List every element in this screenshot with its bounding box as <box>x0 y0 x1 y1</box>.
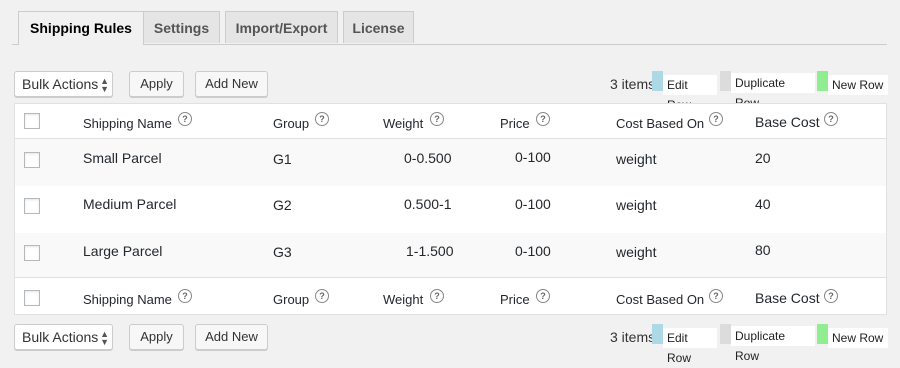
col-price[interactable]: Price <box>500 116 530 131</box>
help-icon[interactable]: ? <box>824 112 838 126</box>
table-row[interactable]: Small Parcel G1 0-0.500 0-100 weight 20 <box>15 139 886 186</box>
cell-weight: 0.500-1 <box>404 196 452 212</box>
tab-license[interactable]: License <box>343 11 414 43</box>
cell-base-cost: 20 <box>755 150 771 166</box>
items-count: 3 items <box>610 76 656 92</box>
help-icon[interactable]: ? <box>178 289 192 303</box>
help-icon[interactable]: ? <box>536 112 550 126</box>
tab-import-export[interactable]: Import/Export <box>225 11 338 43</box>
new-row-legend: New Row <box>828 75 888 95</box>
cell-weight: 1-1.500 <box>406 243 454 259</box>
cell-price: 0-100 <box>515 243 551 259</box>
tab-settings[interactable]: Settings <box>143 11 220 43</box>
cell-base-cost: 80 <box>755 242 771 258</box>
tab-shipping-rules[interactable]: Shipping Rules <box>18 11 144 45</box>
duplicate-row-legend: Duplicate Row <box>731 73 815 110</box>
col-group[interactable]: Group <box>273 292 309 307</box>
col-shipping-name[interactable]: Shipping Name <box>83 116 172 131</box>
duplicate-row-legend: Duplicate Row <box>731 326 815 363</box>
col-base-cost[interactable]: Base Cost <box>755 290 820 306</box>
duplicate-row-swatch <box>720 324 731 344</box>
help-icon[interactable]: ? <box>536 289 550 303</box>
help-icon[interactable]: ? <box>315 112 329 126</box>
table-header: Shipping Name ? Group ? Weight ? Price ?… <box>15 104 886 139</box>
add-new-button[interactable]: Add New <box>195 71 268 97</box>
edit-row-legend: Edit Row <box>663 75 717 112</box>
bottom-toolbar: Bulk Actions ▲ ▼ Apply Add New 3 items Ed… <box>14 324 888 365</box>
row-checkbox[interactable] <box>24 245 40 261</box>
cell-cost-based-on: weight <box>616 197 657 213</box>
edit-row-swatch <box>652 71 663 91</box>
col-cost-based-on[interactable]: Cost Based On <box>616 292 704 307</box>
cell-group: G2 <box>273 197 292 213</box>
cell-shipping-name[interactable]: Large Parcel <box>83 243 162 259</box>
edit-row-swatch <box>652 324 663 344</box>
cell-price: 0-100 <box>515 149 551 165</box>
bulk-actions-select[interactable]: Bulk Actions ▲ ▼ <box>14 71 113 97</box>
col-base-cost[interactable]: Base Cost <box>755 114 820 130</box>
help-icon[interactable]: ? <box>824 289 838 303</box>
apply-button[interactable]: Apply <box>129 71 184 97</box>
select-arrows-icon: ▲ ▼ <box>100 76 109 94</box>
row-checkbox[interactable] <box>24 152 40 168</box>
col-weight[interactable]: Weight <box>383 292 423 307</box>
bulk-actions-select[interactable]: Bulk Actions ▲ ▼ <box>14 324 113 350</box>
help-icon[interactable]: ? <box>709 112 723 126</box>
tab-bar: Shipping Rules Settings Import/Export Li… <box>12 11 887 45</box>
select-all-checkbox[interactable] <box>24 113 40 129</box>
cell-price: 0-100 <box>515 196 551 212</box>
duplicate-row-swatch <box>720 71 731 91</box>
help-icon[interactable]: ? <box>430 289 444 303</box>
shipping-rules-table: Shipping Name ? Group ? Weight ? Price ?… <box>14 103 887 315</box>
apply-button[interactable]: Apply <box>129 324 184 350</box>
select-arrows-icon: ▲ ▼ <box>100 329 109 347</box>
col-shipping-name[interactable]: Shipping Name <box>83 292 172 307</box>
help-icon[interactable]: ? <box>430 112 444 126</box>
items-count: 3 items <box>610 329 656 345</box>
new-row-swatch <box>817 324 828 344</box>
table-footer: Shipping Name ? Group ? Weight ? Price ?… <box>15 277 886 315</box>
cell-group: G1 <box>273 151 292 167</box>
select-all-checkbox[interactable] <box>24 290 40 306</box>
col-weight[interactable]: Weight <box>383 116 423 131</box>
add-new-button[interactable]: Add New <box>195 324 268 350</box>
bulk-actions-label: Bulk Actions <box>22 76 99 92</box>
table-row[interactable]: Medium Parcel G2 0.500-1 0-100 weight 40 <box>15 186 886 233</box>
help-icon[interactable]: ? <box>709 289 723 303</box>
table-row[interactable]: Large Parcel G3 1-1.500 0-100 weight 80 <box>15 233 886 277</box>
cell-base-cost: 40 <box>755 196 771 212</box>
cell-cost-based-on: weight <box>616 151 657 167</box>
new-row-legend: New Row <box>828 328 888 348</box>
cell-shipping-name[interactable]: Medium Parcel <box>83 196 176 212</box>
col-group[interactable]: Group <box>273 116 309 131</box>
cell-shipping-name[interactable]: Small Parcel <box>83 150 162 166</box>
cell-weight: 0-0.500 <box>404 150 452 166</box>
cell-group: G3 <box>273 244 292 260</box>
edit-row-legend: Edit Row <box>663 328 717 365</box>
help-icon[interactable]: ? <box>315 289 329 303</box>
col-price[interactable]: Price <box>500 292 530 307</box>
top-toolbar: Bulk Actions ▲ ▼ Apply Add New 3 items Ed… <box>14 71 888 112</box>
cell-cost-based-on: weight <box>616 244 657 260</box>
row-checkbox[interactable] <box>24 198 40 214</box>
new-row-swatch <box>817 71 828 91</box>
bulk-actions-label: Bulk Actions <box>22 329 99 345</box>
help-icon[interactable]: ? <box>178 112 192 126</box>
col-cost-based-on[interactable]: Cost Based On <box>616 116 704 131</box>
